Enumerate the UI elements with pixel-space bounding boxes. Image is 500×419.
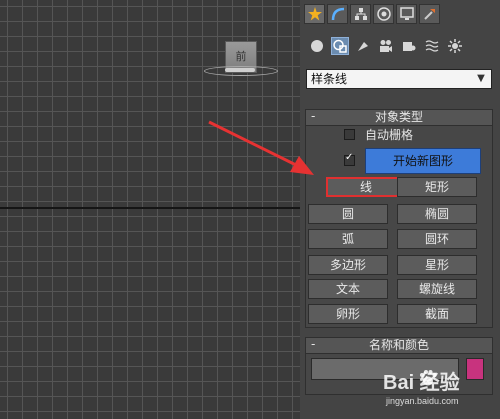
lights-icon — [358, 42, 368, 51]
helpers-icon — [403, 42, 416, 51]
start-new-shape-row — [344, 152, 355, 168]
object-type-rollout: - 对象类型 自动栅格 开始新图形 线 矩形 圆 椭圆 弧 圆环 多边形 星形 … — [305, 109, 493, 328]
donut-button[interactable]: 圆环 — [397, 229, 477, 249]
systems-icon — [448, 39, 462, 53]
object-type-rollout-header[interactable]: - 对象类型 — [306, 109, 492, 126]
command-panel-tabs — [304, 4, 440, 26]
object-color-swatch[interactable] — [466, 358, 484, 380]
section-button[interactable]: 截面 — [397, 304, 477, 324]
helix-button[interactable]: 螺旋线 — [397, 279, 477, 299]
object-category-dropdown[interactable]: 样条线 ▼ — [306, 69, 492, 89]
display-tab[interactable] — [396, 4, 417, 24]
cameras-icon — [380, 40, 392, 52]
collapse-icon: - — [311, 109, 316, 123]
category-selected-value: 样条线 — [311, 72, 348, 86]
space-warps-icon — [425, 40, 439, 52]
autogrid-label: 自动栅格 — [365, 127, 414, 142]
viewport-axis-line — [0, 207, 300, 209]
shapes-icon — [333, 39, 347, 53]
object-name-field[interactable] — [311, 358, 459, 380]
ellipse-button[interactable]: 椭圆 — [397, 204, 477, 224]
modify-icon — [331, 7, 344, 21]
modify-tab[interactable] — [327, 4, 348, 24]
utilities-tab[interactable] — [419, 4, 440, 24]
space-warps-category[interactable] — [423, 37, 441, 55]
lights-category[interactable] — [354, 37, 372, 55]
ngon-button[interactable]: 多边形 — [308, 255, 388, 275]
geometry-category[interactable] — [308, 37, 326, 55]
autogrid-row: 自动栅格 — [344, 126, 413, 142]
viewcube-label: 前 — [235, 50, 247, 63]
create-tab[interactable] — [304, 4, 325, 24]
star-button[interactable]: 星形 — [397, 255, 477, 275]
utilities-icon — [423, 9, 435, 20]
start-new-shape-button[interactable]: 开始新图形 — [365, 148, 481, 174]
chevron-down-icon: ▼ — [477, 73, 485, 84]
systems-category[interactable] — [446, 37, 464, 55]
shapes-category[interactable] — [331, 37, 349, 55]
geometry-icon — [311, 40, 323, 52]
motion-icon — [376, 7, 391, 21]
autogrid-checkbox[interactable] — [344, 128, 355, 140]
rectangle-button[interactable]: 矩形 — [397, 177, 477, 197]
arc-button[interactable]: 弧 — [308, 229, 388, 249]
create-icon — [307, 7, 322, 21]
object-type-title: 对象类型 — [374, 110, 423, 124]
hierarchy-tab[interactable] — [350, 4, 371, 24]
display-icon — [399, 7, 414, 20]
front-viewport[interactable]: 前 — [0, 0, 300, 419]
cameras-category[interactable] — [377, 37, 395, 55]
egg-button[interactable]: 卵形 — [308, 304, 388, 324]
viewcube-compass-ring[interactable] — [204, 66, 278, 76]
motion-tab[interactable] — [373, 4, 394, 24]
start-new-shape-checkbox[interactable] — [344, 152, 355, 166]
line-button[interactable]: 线 — [326, 177, 406, 197]
name-and-color-title: 名称和颜色 — [368, 338, 429, 352]
circle-button[interactable]: 圆 — [308, 204, 388, 224]
name-and-color-rollout-header[interactable]: - 名称和颜色 — [306, 337, 492, 354]
create-category-icons — [308, 37, 464, 57]
hierarchy-icon — [354, 8, 367, 20]
collapse-icon: - — [311, 337, 316, 351]
name-and-color-rollout: - 名称和颜色 — [305, 337, 493, 395]
helpers-category[interactable] — [400, 37, 418, 55]
text-button[interactable]: 文本 — [308, 279, 388, 299]
